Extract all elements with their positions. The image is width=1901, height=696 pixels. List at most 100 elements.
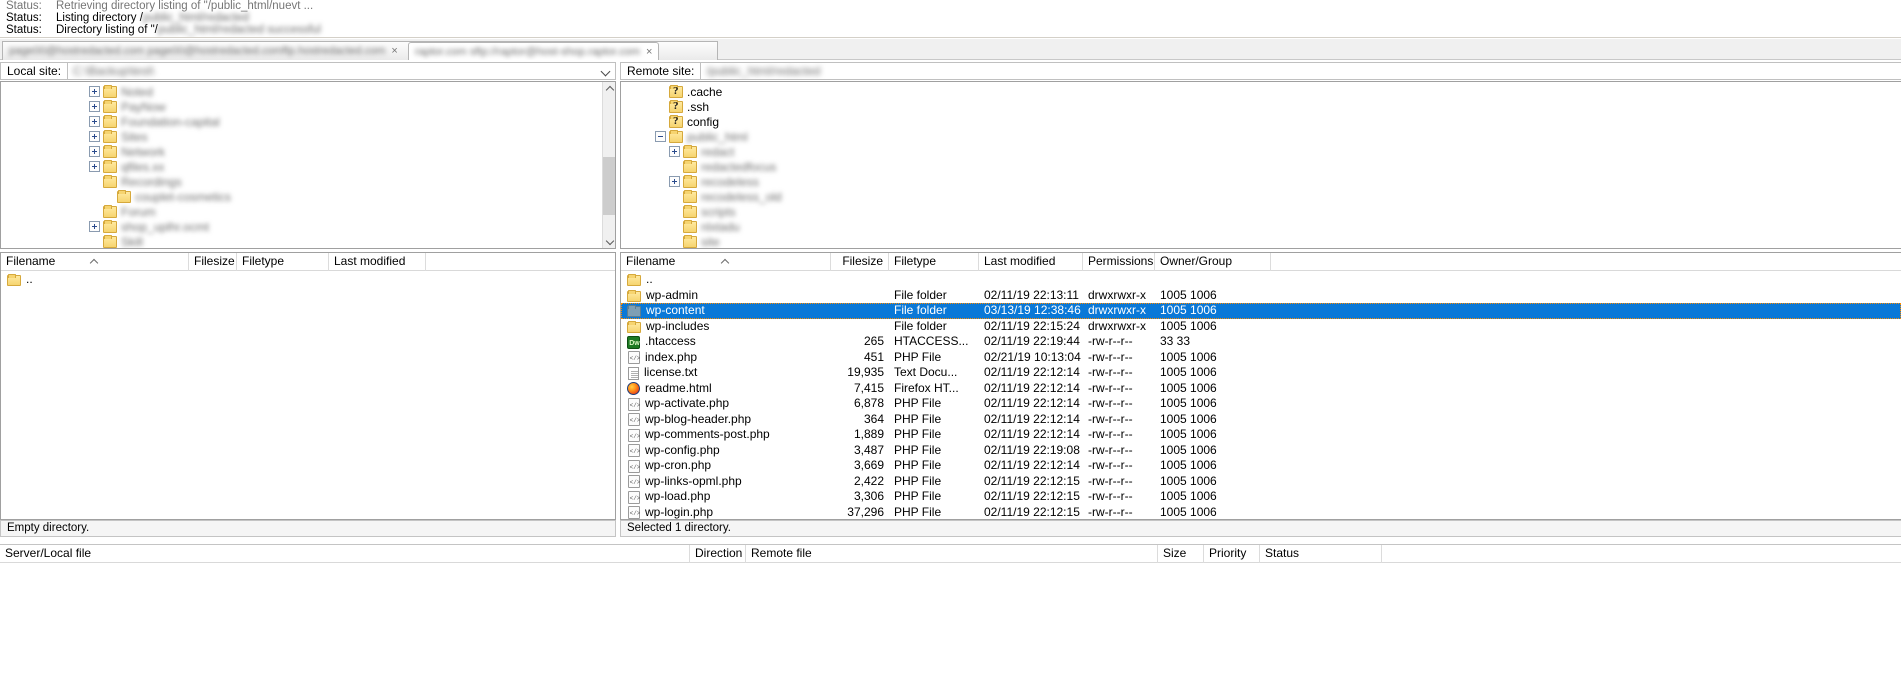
table-row[interactable]: wp-blog-header.php 364 PHP File 02/11/19 22…	[621, 412, 1901, 427]
status-log[interactable]: Status: Retrieving directory listing of …	[0, 0, 1901, 38]
remote-site-input[interactable]: /public_html/redacted	[701, 62, 1901, 80]
tab-inactive-site[interactable]: page00@hostredacted.com page00@hostredac…	[3, 43, 404, 60]
tree-item[interactable]: config	[641, 114, 1901, 129]
tree-item[interactable]: Forum	[61, 204, 615, 219]
table-row[interactable]: wp-includes File folder 02/11/19 22:15:24 d…	[621, 319, 1901, 335]
table-row[interactable]: wp-config.php 3,487 PHP File 02/11/19 22:19…	[621, 443, 1901, 458]
table-row[interactable]: .htaccess 265 HTACCESS... 02/11/19 22:19:44…	[621, 334, 1901, 350]
column-header[interactable]: Last modified	[329, 253, 426, 271]
column-header[interactable]: Filetype	[237, 253, 329, 271]
table-row[interactable]: wp-activate.php 6,878 PHP File 02/11/19 22:…	[621, 396, 1901, 412]
tree-item[interactable]: Network	[61, 144, 615, 159]
scroll-up-icon[interactable]	[603, 82, 615, 95]
tree-item[interactable]: Noted	[61, 84, 615, 99]
remote-list-header[interactable]: Filename Filesize Filetype Last modified Per…	[621, 253, 1901, 271]
close-icon[interactable]: ×	[646, 46, 652, 58]
column-header[interactable]: Server/Local file	[0, 545, 690, 563]
transfer-queue[interactable]: Server/Local file Direction Remote file Siz…	[0, 544, 1901, 696]
close-icon[interactable]: ×	[391, 45, 397, 57]
tab-label: page00@hostredacted.com page00@hostredac…	[9, 45, 386, 57]
expand-icon[interactable]	[669, 146, 680, 157]
tree-item[interactable]: Skill	[61, 234, 615, 248]
local-tree-scrollbar[interactable]	[602, 82, 615, 248]
table-row[interactable]: wp-cron.php 3,669 PHP File 02/11/19 22:12:1…	[621, 458, 1901, 474]
column-header[interactable]: Last modified	[979, 253, 1083, 271]
expand-icon[interactable]	[89, 221, 100, 232]
tree-item[interactable]: PayNow	[61, 99, 615, 114]
tree-item[interactable]: site	[641, 234, 1901, 248]
column-header[interactable]: Filesize	[831, 253, 889, 271]
expand-icon[interactable]	[669, 176, 680, 187]
tree-item[interactable]: nlxtadu	[641, 219, 1901, 234]
local-file-list[interactable]: Filename Filesize Filetype Last modified ..	[0, 252, 616, 520]
tree-item[interactable]: Sites	[61, 129, 615, 144]
tree-item[interactable]: recodeless_old	[641, 189, 1901, 204]
file-owner-cell: 1005 1006	[1160, 349, 1217, 364]
tree-item[interactable]: .ssh	[641, 99, 1901, 114]
column-header[interactable]: Filename	[1, 253, 189, 271]
tree-item[interactable]: scripts	[641, 204, 1901, 219]
local-directory-tree[interactable]: Noted PayNow Foundation-capital Sites Networ…	[0, 81, 616, 249]
queue-header[interactable]: Server/Local file Direction Remote file Siz…	[0, 545, 1901, 563]
file-modified-cell: 02/11/19 22:12:14	[984, 380, 1080, 395]
expand-icon[interactable]	[89, 161, 100, 172]
file-name-cell: wp-content	[621, 303, 831, 319]
tree-item[interactable]: couplet-cosmetics	[61, 189, 615, 204]
local-site-input[interactable]: C:\Backup\test\	[68, 62, 616, 80]
file-name-label: license.txt	[644, 365, 698, 380]
tree-item[interactable]: redactedfocus	[641, 159, 1901, 174]
table-row[interactable]: wp-admin File folder 02/11/19 22:13:11 drwx…	[621, 288, 1901, 304]
tree-item-label: redact	[701, 144, 735, 159]
tree-item[interactable]: Foundation-capital	[61, 114, 615, 129]
table-row[interactable]: wp-login.php 37,296 PHP File 02/11/19 22:12…	[621, 505, 1901, 519]
table-row[interactable]: wp-load.php 3,306 PHP File 02/11/19 22:12:1…	[621, 489, 1901, 505]
file-permissions-cell: -rw-r--r--	[1088, 334, 1133, 348]
table-row[interactable]: license.txt 19,935 Text Docu... 02/11/19 22…	[621, 365, 1901, 381]
column-header[interactable]: Priority	[1204, 545, 1260, 563]
column-header[interactable]: Size	[1158, 545, 1204, 563]
tree-item[interactable]: qfiles.xx	[61, 159, 615, 174]
table-row[interactable]: wp-content File folder 03/13/19 12:38:46 dr…	[621, 303, 1901, 319]
expand-icon[interactable]	[89, 86, 100, 97]
column-header[interactable]: Remote file	[746, 545, 1158, 563]
expand-icon[interactable]	[89, 116, 100, 127]
table-row[interactable]: ..	[1, 272, 615, 288]
local-list-header[interactable]: Filename Filesize Filetype Last modified	[1, 253, 615, 271]
expand-icon[interactable]	[89, 101, 100, 112]
column-header[interactable]: Owner/Group	[1155, 253, 1271, 271]
table-row[interactable]: readme.html 7,415 Firefox HT... 02/11/19 22…	[621, 381, 1901, 397]
tree-item[interactable]: public_html	[641, 129, 1901, 144]
doc-file-icon	[628, 366, 639, 380]
file-permissions-cell: drwxrwxr-x	[1088, 318, 1146, 333]
tree-item[interactable]: redact	[641, 144, 1901, 159]
tree-item[interactable]: Recordings	[61, 174, 615, 189]
file-owner-cell: 1005 1006	[1160, 458, 1217, 472]
expand-icon[interactable]	[89, 146, 100, 157]
queue-body[interactable]	[0, 564, 1901, 696]
table-row[interactable]: ..	[621, 272, 1901, 288]
column-header[interactable]: Status	[1260, 545, 1382, 563]
table-row[interactable]: wp-links-opml.php 2,422 PHP File 02/11/19 2…	[621, 474, 1901, 489]
tab-active-site[interactable]: raptor.com sftp://raptor@host-shop.rapto…	[407, 42, 660, 60]
chevron-down-icon[interactable]	[600, 65, 612, 77]
column-header[interactable]: Direction	[690, 545, 746, 563]
table-row[interactable]: wp-comments-post.php 1,889 PHP File 02/11/1…	[621, 427, 1901, 443]
site-tab-bar[interactable]: page00@hostredacted.com page00@hostredac…	[0, 38, 1901, 60]
expand-icon[interactable]	[89, 131, 100, 142]
column-header[interactable]: Filetype	[889, 253, 979, 271]
column-header[interactable]: Filesize	[189, 253, 237, 271]
tree-item[interactable]: shop_uplhr.ocmt	[61, 219, 615, 234]
remote-directory-tree[interactable]: .cache.sshconfigpublic_htmlredactredacte…	[620, 81, 1901, 249]
scroll-down-icon[interactable]	[603, 235, 615, 248]
remote-file-list[interactable]: Filename Filesize Filetype Last modified Per…	[620, 252, 1901, 520]
tree-item[interactable]: .cache	[641, 84, 1901, 99]
column-header[interactable]: Filename	[621, 253, 831, 271]
scroll-thumb[interactable]	[603, 157, 615, 215]
tree-item[interactable]: recodeless	[641, 174, 1901, 189]
column-header[interactable]: Permissions	[1083, 253, 1155, 271]
redacted-path: public_html/redacted	[142, 12, 250, 24]
table-row[interactable]: index.php 451 PHP File 02/21/19 10:13:04 -rw…	[621, 349, 1901, 365]
file-modified-cell: 02/21/19 10:13:04	[984, 349, 1081, 364]
collapse-icon[interactable]	[655, 131, 666, 142]
local-site-bar: Local site: C:\Backup\test\	[0, 62, 616, 80]
